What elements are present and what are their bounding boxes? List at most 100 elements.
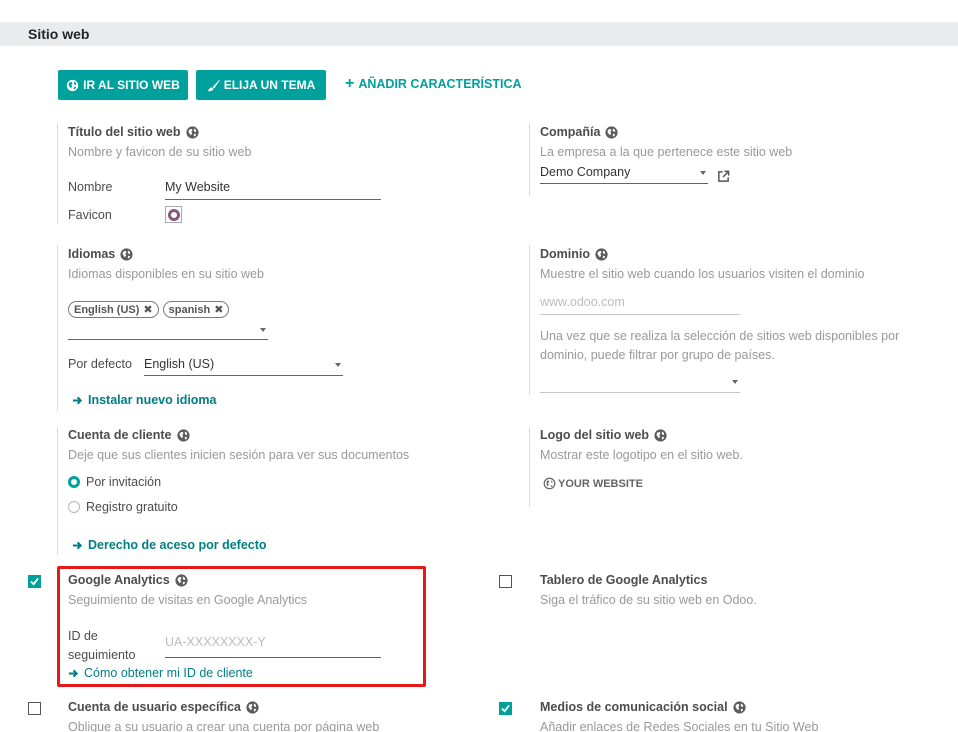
logo-heading: Logo del sitio web bbox=[540, 428, 667, 442]
highlight-box bbox=[57, 566, 426, 687]
domain-label: Dominio bbox=[540, 247, 590, 261]
default-language-select[interactable]: English (US) bbox=[144, 357, 343, 376]
specific-user-account-checkbox[interactable] bbox=[28, 702, 41, 715]
language-tag[interactable]: English (US) ✖ bbox=[68, 301, 159, 318]
separator bbox=[529, 427, 530, 507]
section-header bbox=[0, 22, 958, 46]
separator bbox=[57, 427, 58, 555]
domain-input[interactable]: www.odoo.com bbox=[540, 295, 740, 315]
default-language-value: English (US) bbox=[144, 357, 215, 371]
favicon-label: Favicon bbox=[68, 208, 112, 222]
logo-description: Mostrar este logotipo en el sitio web. bbox=[540, 448, 743, 462]
go-to-website-label: IR AL SITIO WEB bbox=[83, 78, 180, 92]
social-media-heading: Medios de comunicación social bbox=[540, 700, 746, 714]
company-select[interactable]: Demo Company bbox=[540, 165, 708, 184]
domain-description: Muestre el sitio web cuando los usuarios… bbox=[540, 267, 865, 281]
languages-heading: Idiomas bbox=[68, 247, 133, 261]
social-media-checkbox[interactable] bbox=[499, 702, 512, 715]
paintbrush-icon bbox=[207, 79, 220, 91]
customer-account-heading: Cuenta de cliente bbox=[68, 428, 190, 442]
choose-theme-button[interactable]: ELIJA UN TEMA bbox=[196, 70, 326, 100]
globe-icon bbox=[66, 79, 79, 91]
specific-user-account-label: Cuenta de usuario específica bbox=[68, 700, 241, 714]
languages-add-select[interactable] bbox=[68, 322, 268, 340]
favicon-image[interactable] bbox=[165, 206, 182, 223]
radio-button[interactable] bbox=[68, 476, 80, 488]
chevron-down-icon bbox=[260, 328, 266, 332]
globe-icon bbox=[177, 429, 190, 442]
ga-dashboard-heading: Tablero de Google Analytics bbox=[540, 573, 708, 587]
company-value: Demo Company bbox=[540, 165, 631, 179]
radio-free-signup[interactable]: Registro gratuito bbox=[68, 500, 178, 514]
default-language-label: Por defecto bbox=[68, 357, 132, 371]
name-label: Nombre bbox=[68, 180, 113, 194]
company-heading: Compañía bbox=[540, 125, 618, 139]
globe-icon bbox=[733, 701, 746, 714]
add-feature-label: AÑADIR CARACTERÍSTICA bbox=[358, 77, 522, 91]
website-logo-image[interactable]: YOUR WEBSITE bbox=[543, 477, 643, 490]
site-title-heading: Título del sitio web bbox=[68, 125, 199, 139]
domain-note-line1: Una vez que se realiza la selección de s… bbox=[540, 329, 900, 343]
install-language-label: Instalar nuevo idioma bbox=[88, 393, 217, 407]
logo-label: Logo del sitio web bbox=[540, 428, 650, 442]
default-access-rights-link[interactable]: Derecho de aceso por defecto bbox=[72, 538, 267, 552]
social-media-description: Añadir enlaces de Redes Sociales en tu S… bbox=[540, 720, 819, 732]
domain-placeholder: www.odoo.com bbox=[540, 295, 625, 309]
separator bbox=[57, 123, 58, 224]
google-analytics-checkbox[interactable] bbox=[28, 575, 41, 588]
languages-description: Idiomas disponibles en su sitio web bbox=[68, 267, 264, 281]
chevron-down-icon bbox=[732, 380, 738, 384]
globe-icon bbox=[186, 126, 199, 139]
radio-free-signup-label: Registro gratuito bbox=[86, 500, 178, 514]
site-title-description: Nombre y favicon de su sitio web bbox=[68, 145, 252, 159]
radio-invitation-label: Por invitación bbox=[86, 475, 162, 489]
external-link-icon[interactable] bbox=[717, 170, 730, 183]
globe-icon bbox=[120, 248, 133, 261]
globe-icon bbox=[246, 701, 259, 714]
customer-account-label: Cuenta de cliente bbox=[68, 428, 172, 442]
choose-theme-label: ELIJA UN TEMA bbox=[223, 78, 316, 92]
close-icon[interactable]: ✖ bbox=[214, 303, 223, 316]
language-tags: English (US) ✖ spanish ✖ bbox=[68, 301, 230, 318]
chevron-down-icon bbox=[335, 363, 341, 367]
logo-text: YOUR WEBSITE bbox=[558, 477, 643, 490]
specific-user-account-heading: Cuenta de usuario específica bbox=[68, 700, 259, 714]
company-description: La empresa a la que pertenece este sitio… bbox=[540, 145, 793, 159]
install-language-link[interactable]: Instalar nuevo idioma bbox=[72, 393, 217, 407]
check-icon bbox=[501, 704, 510, 713]
ga-dashboard-checkbox[interactable] bbox=[499, 575, 512, 588]
language-tag-label: spanish bbox=[168, 303, 211, 316]
go-to-website-button[interactable]: IR AL SITIO WEB bbox=[58, 70, 188, 100]
default-access-rights-label: Derecho de aceso por defecto bbox=[88, 538, 267, 552]
check-icon bbox=[30, 577, 39, 586]
radio-invitation[interactable]: Por invitación bbox=[68, 475, 161, 489]
chevron-down-icon bbox=[700, 171, 706, 175]
country-group-select[interactable] bbox=[540, 374, 740, 393]
domain-note-line2: dominio, puede filtrar por grupo de país… bbox=[540, 348, 775, 362]
domain-heading: Dominio bbox=[540, 247, 608, 261]
globe-icon bbox=[543, 477, 556, 490]
separator bbox=[529, 245, 530, 395]
separator bbox=[529, 123, 530, 196]
globe-icon bbox=[595, 248, 608, 261]
radio-button[interactable] bbox=[68, 501, 80, 513]
specific-user-account-description: Obligue a su usuario a crear una cuenta … bbox=[68, 720, 380, 732]
arrow-right-icon bbox=[72, 395, 83, 406]
language-tag-label: English (US) bbox=[74, 303, 140, 316]
section-title: Sitio web bbox=[28, 26, 90, 42]
close-icon[interactable]: ✖ bbox=[143, 303, 152, 316]
social-media-label: Medios de comunicación social bbox=[540, 700, 728, 714]
add-feature-link[interactable]: + AÑADIR CARACTERÍSTICA bbox=[345, 76, 522, 92]
separator bbox=[57, 245, 58, 411]
website-name-input[interactable]: My Website bbox=[165, 180, 381, 200]
site-title-label: Título del sitio web bbox=[68, 125, 181, 139]
languages-label: Idiomas bbox=[68, 247, 116, 261]
language-tag[interactable]: spanish ✖ bbox=[162, 301, 230, 318]
globe-icon bbox=[654, 429, 667, 442]
customer-account-description: Deje que sus clientes inicien sesión par… bbox=[68, 448, 410, 462]
odoo-logo-icon bbox=[167, 208, 180, 221]
arrow-right-icon bbox=[72, 540, 83, 551]
company-label: Compañía bbox=[540, 125, 601, 139]
ga-dashboard-description: Siga el tráfico de su sitio web en Odoo. bbox=[540, 593, 757, 607]
globe-icon bbox=[605, 126, 618, 139]
